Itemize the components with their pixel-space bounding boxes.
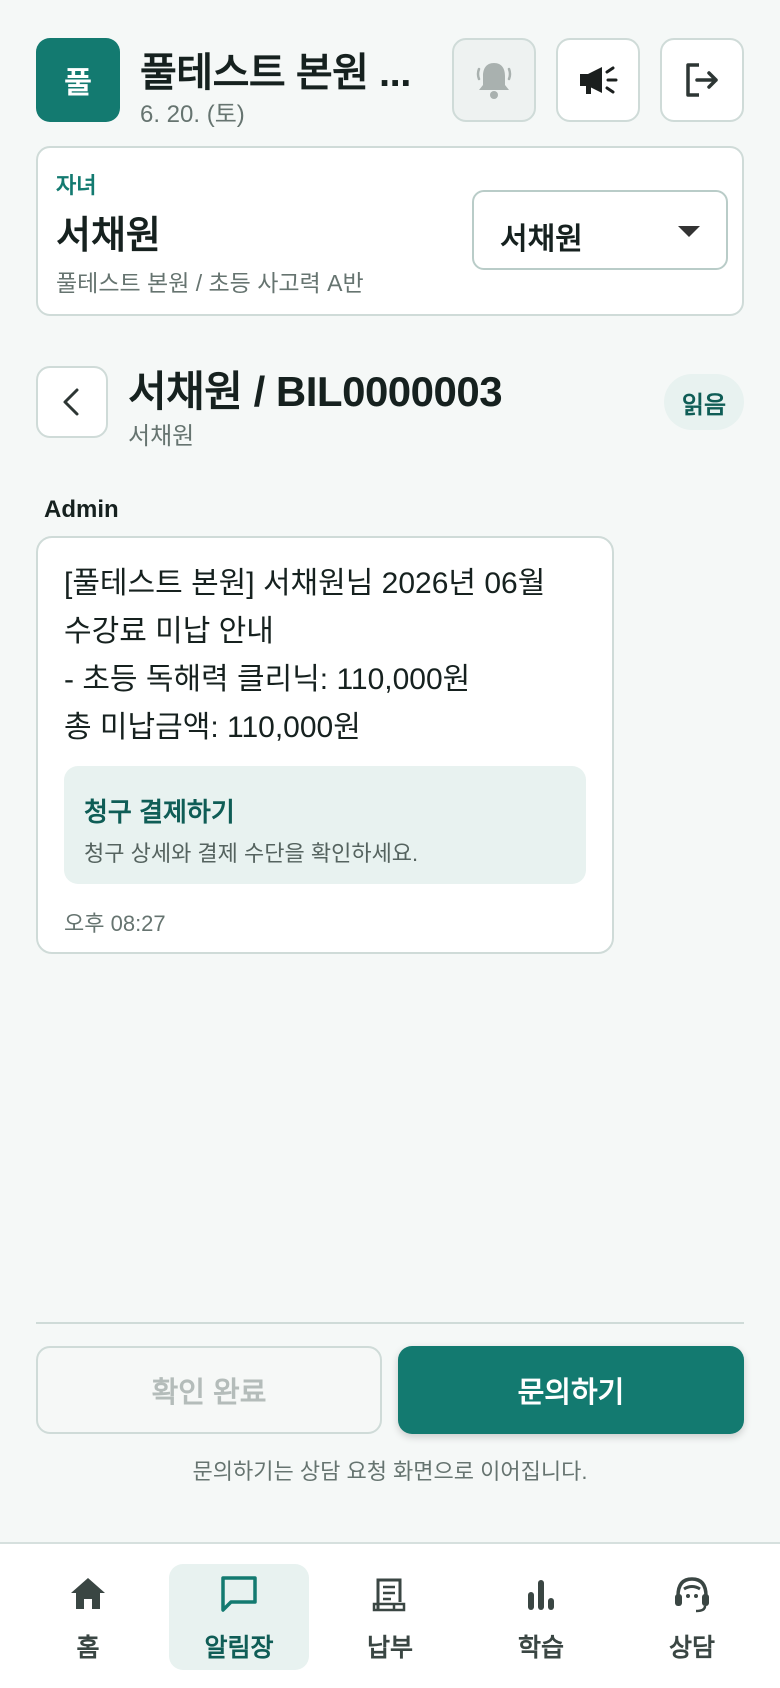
child-class-info: 풀테스트 본원 / 초등 사고력 A반 <box>56 270 364 296</box>
headset-icon <box>675 1577 709 1613</box>
academy-title: 풀테스트 본원 ... <box>140 51 411 95</box>
academy-logo: 풀 <box>36 38 120 122</box>
message-body: [풀테스트 본원] 서채원님 2026년 06월 수강료 미납 안내 - 초등 … <box>64 567 546 744</box>
message-time: 오후 08:27 <box>64 911 166 936</box>
nav-label-learning: 학습 <box>517 1634 564 1662</box>
receipt-icon <box>372 1578 406 1612</box>
nav-label-payment: 납부 <box>366 1634 413 1662</box>
app-header: 풀 풀테스트 본원 ... 6. 20. (토) <box>36 38 744 128</box>
billing-payment-title: 청구 결제하기 <box>84 797 235 827</box>
confirm-button[interactable]: 확인 완료 <box>36 1346 382 1434</box>
nav-item-payment[interactable]: 납부 <box>320 1564 460 1670</box>
nav-label-counsel: 상담 <box>668 1634 715 1662</box>
thread-title: 서채원 / BIL0000003 <box>128 368 503 415</box>
read-status-badge: 읽음 <box>664 374 744 430</box>
billing-payment-card[interactable]: 청구 결제하기 청구 상세와 결제 수단을 확인하세요. <box>64 766 586 884</box>
announcements-button[interactable] <box>556 38 640 122</box>
chat-icon <box>221 1576 257 1612</box>
billing-payment-description: 청구 상세와 결제 수단을 확인하세요. <box>84 841 419 866</box>
nav-item-counsel[interactable]: 상담 <box>622 1564 762 1670</box>
nav-label-home: 홈 <box>76 1634 100 1662</box>
bottom-nav: 홈 알림장 납부 학습 상담 <box>0 1542 780 1688</box>
chevron-down-icon <box>678 226 700 237</box>
chart-icon <box>528 1580 554 1610</box>
message-bubble: [풀테스트 본원] 서채원님 2026년 06월 수강료 미납 안내 - 초등 … <box>36 536 614 954</box>
chevron-left-icon <box>63 388 79 416</box>
nav-item-home[interactable]: 홈 <box>18 1564 158 1670</box>
logout-button[interactable] <box>660 38 744 122</box>
megaphone-icon <box>580 66 618 94</box>
divider <box>36 1322 744 1324</box>
child-select-value: 서채원 <box>500 223 583 256</box>
message-sender: Admin <box>44 496 119 523</box>
child-card: 자녀 서채원 풀테스트 본원 / 초등 사고력 A반 서채원 <box>36 146 744 316</box>
home-icon <box>71 1578 105 1609</box>
child-name: 서채원 <box>56 215 161 257</box>
child-select[interactable]: 서채원 <box>472 190 728 270</box>
back-button[interactable] <box>36 366 108 438</box>
nav-item-learning[interactable]: 학습 <box>471 1564 611 1670</box>
bell-icon <box>476 63 512 99</box>
thread-subtitle: 서채원 <box>128 423 195 450</box>
logout-icon <box>686 63 718 97</box>
inquire-button[interactable]: 문의하기 <box>398 1346 744 1434</box>
nav-label-notice: 알림장 <box>204 1634 274 1662</box>
child-label: 자녀 <box>56 173 97 198</box>
inquire-note: 문의하기는 상담 요청 화면으로 이어집니다. <box>192 1459 588 1484</box>
nav-item-notice[interactable]: 알림장 <box>169 1564 309 1670</box>
current-date: 6. 20. (토) <box>140 101 245 128</box>
notifications-button[interactable] <box>452 38 536 122</box>
